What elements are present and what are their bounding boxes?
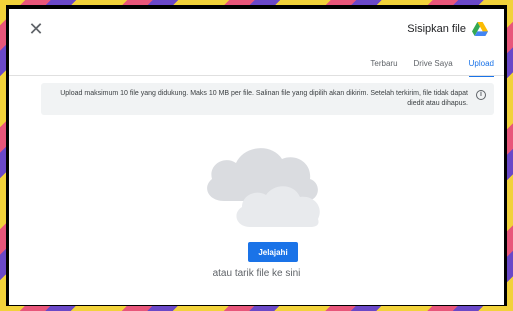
close-icon[interactable]: ✕ — [27, 19, 45, 39]
dialog-title: Sisipkan file — [407, 23, 466, 35]
notice-text: Upload maksimum 10 file yang didukung. M… — [60, 90, 468, 107]
cloud-illustration — [207, 148, 320, 227]
browse-button[interactable]: Jelajahi — [248, 242, 298, 262]
upload-notice: Upload maksimum 10 file yang didukung. M… — [41, 83, 494, 115]
google-drive-icon — [472, 22, 488, 36]
dialog-header: Sisipkan file — [407, 22, 488, 36]
attach-file-dialog: ✕ Sisipkan file Terbaru Drive Saya Uploa… — [9, 9, 504, 305]
drop-hint: atau tarik file ke sini — [212, 268, 301, 279]
info-icon: i — [476, 90, 486, 100]
tabs-divider — [9, 75, 504, 76]
